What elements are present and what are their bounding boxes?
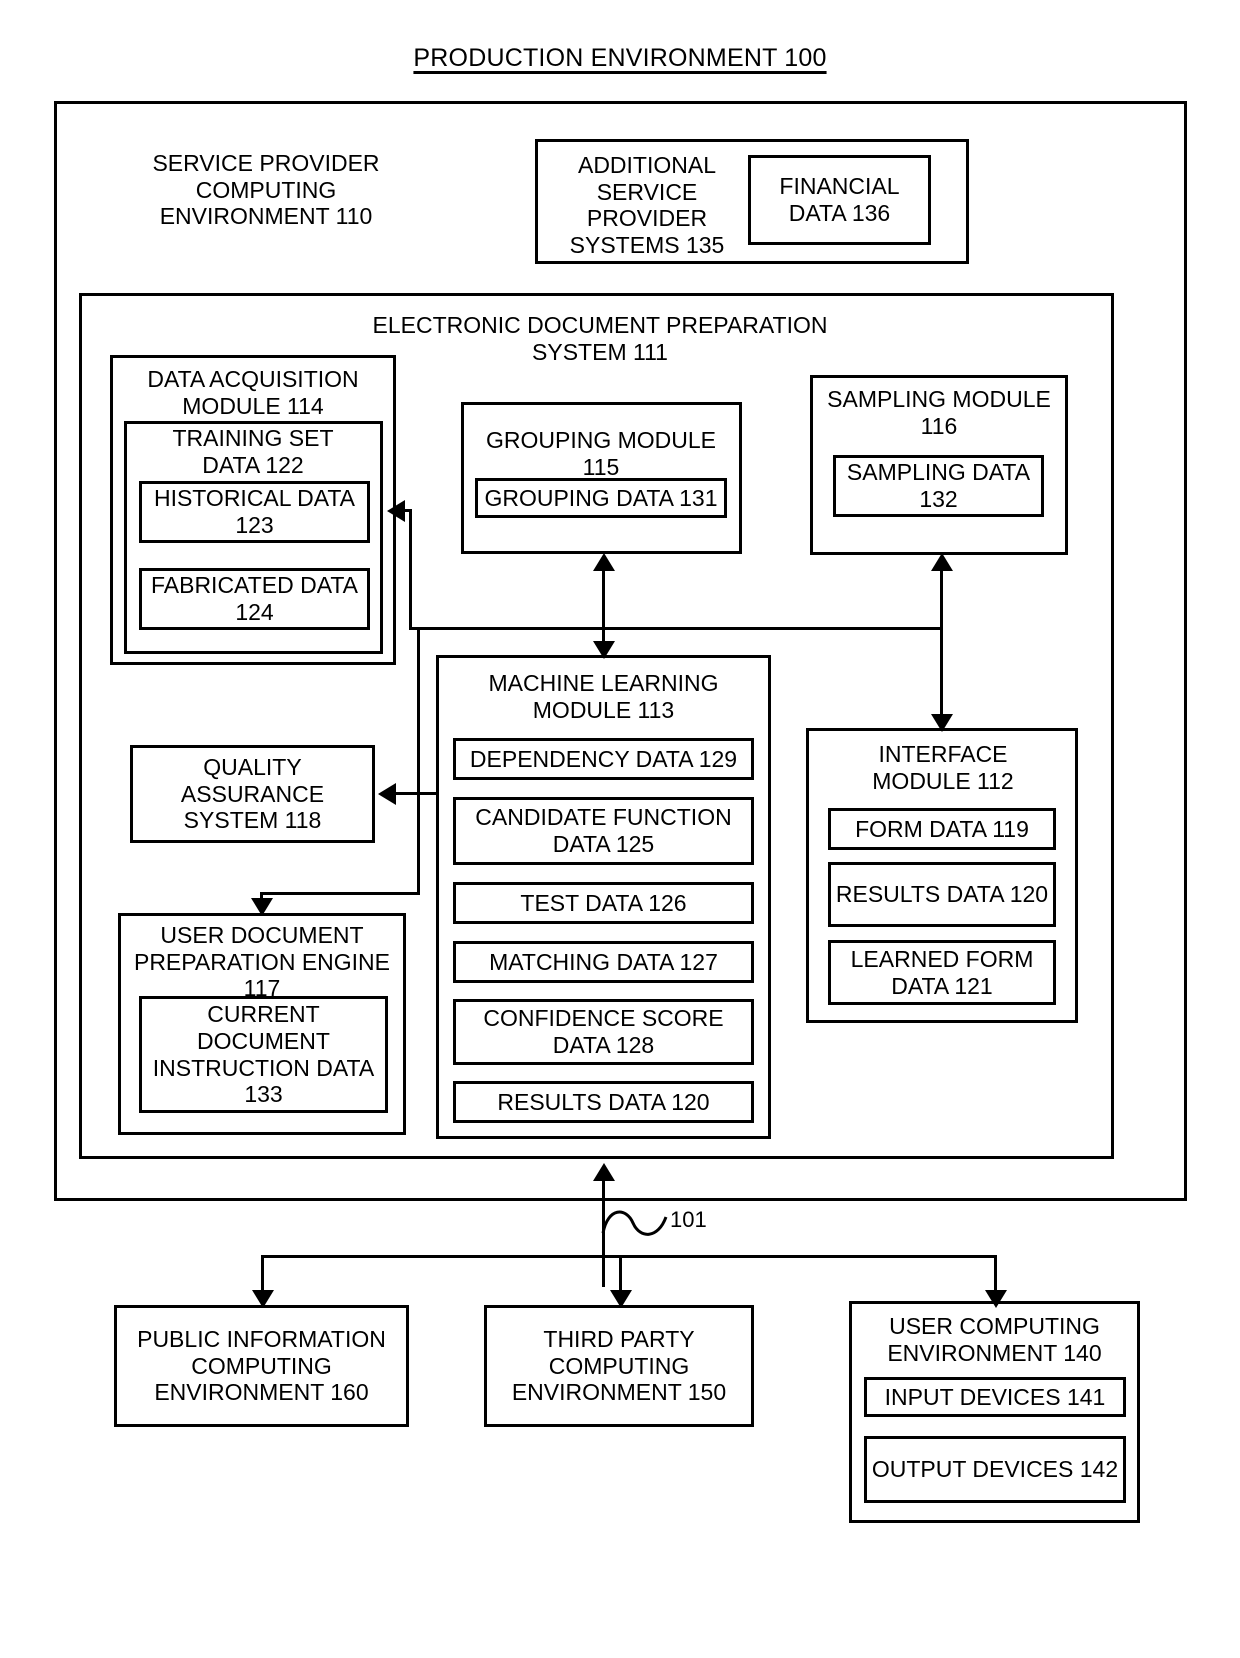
arrow-left-into-data-acquisition — [387, 500, 405, 522]
results-data-interface-box: RESULTS DATA 120 — [828, 862, 1056, 927]
additional-service-provider-label: ADDITIONAL SERVICE PROVIDER SYSTEMS 135 — [569, 152, 725, 259]
public-information-computing-environment-box: PUBLIC INFORMATION COMPUTING ENVIRONMENT… — [114, 1305, 409, 1427]
arrow-down-into-user-document-engine — [251, 898, 273, 916]
connector-ml-left-riser — [417, 630, 420, 895]
confidence-score-data-box: CONFIDENCE SCORE DATA 128 — [453, 999, 754, 1065]
connector-bus-upper — [409, 627, 942, 630]
connector-ml-left-to-userdoc — [260, 892, 420, 895]
user-computing-label: USER COMPUTING ENVIRONMENT 140 — [887, 1313, 1102, 1366]
machine-learning-label: MACHINE LEARNING MODULE 113 — [488, 670, 719, 723]
grouping-data-box: GROUPING DATA 131 — [475, 478, 727, 518]
sampling-data-box: SAMPLING DATA 132 — [833, 455, 1044, 517]
data-acquisition-label: DATA ACQUISITION MODULE 114 — [147, 366, 359, 419]
quality-assurance-system-box: QUALITY ASSURANCE SYSTEM 118 — [130, 745, 375, 843]
financial-data-box: FINANCIAL DATA 136 — [748, 155, 931, 245]
results-data-ml-box: RESULTS DATA 120 — [453, 1081, 754, 1123]
fabricated-data-box: FABRICATED DATA 124 — [139, 568, 370, 630]
candidate-function-data-box: CANDIDATE FUNCTION DATA 125 — [453, 797, 754, 865]
page-title-text: PRODUCTION ENVIRONMENT 100 — [413, 44, 827, 72]
arrow-down-ml-from-grouping — [593, 641, 615, 659]
training-set-label: TRAINING SET DATA 122 — [172, 425, 334, 478]
arrow-up-into-edps — [593, 1163, 615, 1181]
arrow-up-grouping — [593, 553, 615, 571]
interface-module-label: INTERFACE MODULE 112 — [872, 741, 1014, 794]
edps-label: ELECTRONIC DOCUMENT PREPARATION SYSTEM 1… — [372, 312, 828, 365]
patent-figure: PRODUCTION ENVIRONMENT 100 SERVICE PROVI… — [0, 0, 1240, 1658]
grouping-module-label: GROUPING MODULE 115 — [485, 427, 717, 480]
connector-sampling-interface — [940, 560, 943, 730]
arrow-left-into-qa — [378, 783, 396, 805]
connector-bus-upper-riser — [409, 509, 412, 630]
matching-data-box: MATCHING DATA 127 — [453, 941, 754, 983]
third-party-computing-environment-box: THIRD PARTY COMPUTING ENVIRONMENT 150 — [484, 1305, 754, 1427]
learned-form-data-box: LEARNED FORM DATA 121 — [828, 940, 1056, 1005]
dependency-data-box: DEPENDENCY DATA 129 — [453, 738, 754, 780]
test-data-box: TEST DATA 126 — [453, 882, 754, 924]
form-data-box: FORM DATA 119 — [828, 808, 1056, 850]
connector-network-bus — [261, 1255, 997, 1258]
arrow-up-sampling — [931, 553, 953, 571]
arrow-down-interface — [931, 714, 953, 732]
input-devices-box: INPUT DEVICES 141 — [864, 1377, 1126, 1417]
user-document-engine-label: USER DOCUMENT PREPARATION ENGINE 117 — [133, 922, 391, 1002]
sampling-module-label: SAMPLING MODULE 116 — [827, 386, 1051, 439]
current-document-instruction-data-box: CURRENT DOCUMENT INSTRUCTION DATA 133 — [139, 996, 388, 1113]
service-provider-label: SERVICE PROVIDER COMPUTING ENVIRONMENT 1… — [152, 150, 380, 230]
historical-data-box: HISTORICAL DATA 123 — [139, 481, 370, 543]
page-title: PRODUCTION ENVIRONMENT 100 — [0, 44, 1240, 73]
output-devices-box: OUTPUT DEVICES 142 — [864, 1436, 1126, 1503]
network-label: 101 — [670, 1207, 707, 1232]
